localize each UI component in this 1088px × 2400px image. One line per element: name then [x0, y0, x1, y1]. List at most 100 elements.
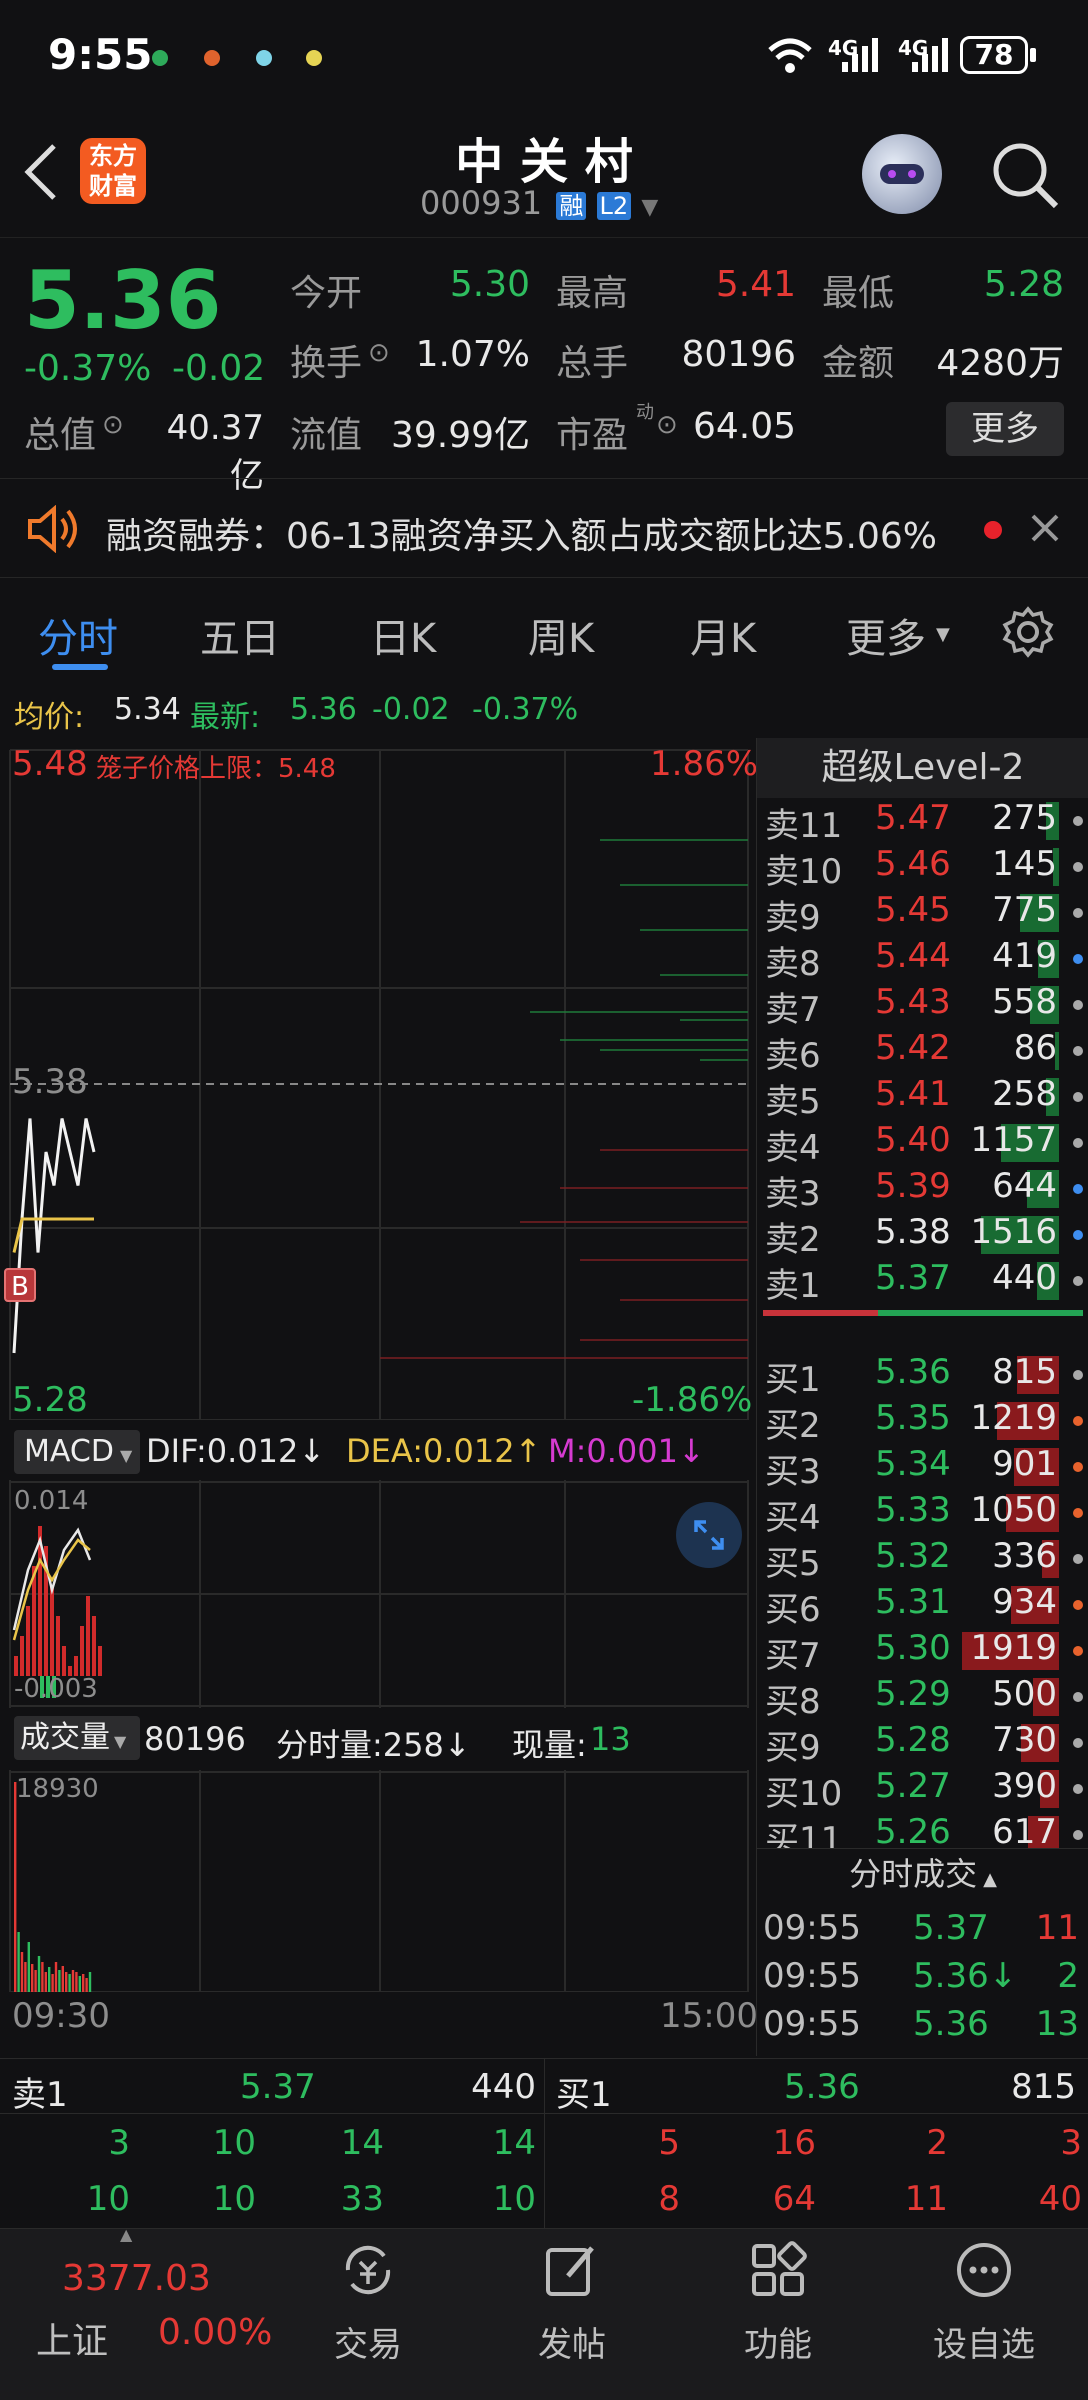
- notification-icon: [152, 50, 168, 66]
- queue-bid-order: 5: [658, 2123, 680, 2163]
- index-ticker[interactable]: 3377.03 上证 0.00%: [0, 2240, 280, 2390]
- low-value: 5.28: [983, 264, 1064, 305]
- notice-bar[interactable]: 融资融券：06-13融资净买入额占成交额比达5.06%: [0, 478, 1088, 578]
- tick-volume: 13: [1035, 2004, 1079, 2044]
- order-price: 5.44: [875, 936, 951, 976]
- margin-badge: 融: [556, 192, 587, 220]
- tab-weekly-k[interactable]: 周K: [528, 606, 594, 664]
- order-book-header[interactable]: 超级Level-2: [757, 738, 1088, 798]
- nav-functions-label: 功能: [744, 2325, 812, 2365]
- order-dot: [1073, 1830, 1083, 1840]
- macd-bar: [14, 1656, 18, 1676]
- last-value: 5.36: [290, 692, 357, 727]
- queue-bid-vol: 815: [1011, 2067, 1076, 2107]
- info-icon[interactable]: ⊙: [656, 410, 678, 440]
- volume-bar: [31, 1964, 34, 1992]
- order-price: 5.41: [875, 1074, 951, 1114]
- price-chart-svg: [9, 749, 749, 1420]
- volume-bar: [58, 1970, 61, 1992]
- more-button[interactable]: 更多: [946, 402, 1064, 456]
- tick-time: 09:55: [763, 1908, 861, 1948]
- signal-icon: [912, 38, 948, 72]
- tab-monthly-k[interactable]: 月K: [690, 606, 756, 664]
- order-volume: 775: [992, 890, 1057, 930]
- intraday-chart[interactable]: 5.48 笼子价格上限：5.48 1.86% 5.38 5.28 -1.86% …: [0, 740, 758, 1420]
- order-book[interactable]: 超级Level-2 卖11 5.47 275 卖10 5.46 145 卖9 5.45 775 卖…: [756, 738, 1088, 1848]
- time-start-label: 09:30: [12, 1996, 110, 2036]
- volume-selector[interactable]: 成交量 ▼: [14, 1716, 140, 1760]
- macd-bottom-label: -0.003: [14, 1674, 98, 1704]
- index-pct: 0.00%: [158, 2312, 273, 2353]
- order-dot: [1073, 1646, 1083, 1656]
- order-dot: [1073, 1738, 1083, 1748]
- buy-marker[interactable]: B: [4, 1268, 36, 1302]
- nav-trade[interactable]: 交易: [298, 2236, 438, 2386]
- macd-chart-svg: [9, 1480, 749, 1708]
- order-price: 5.32: [875, 1536, 951, 1576]
- info-icon[interactable]: ⊙: [368, 338, 390, 368]
- queue-bid-price: 5.36: [784, 2067, 860, 2107]
- open-value: 5.30: [449, 264, 530, 305]
- battery-icon: 78: [960, 36, 1028, 74]
- tab-more[interactable]: 更多: [846, 606, 926, 664]
- spread-divider: [763, 1310, 1083, 1316]
- tick-header[interactable]: 分时成交 ▲: [757, 1848, 1088, 1898]
- macd-bar: [74, 1656, 78, 1676]
- ask-row: 卖1 5.37 440: [763, 1258, 1088, 1306]
- chevron-up-icon: ▲: [983, 1869, 997, 1890]
- macd-selector[interactable]: MACD ▼: [14, 1430, 140, 1474]
- assistant-robot-icon[interactable]: [862, 134, 942, 214]
- edit-icon: [546, 2246, 594, 2296]
- volume-bar: [37, 1956, 41, 1992]
- nav-add-watchlist[interactable]: 设自选: [914, 2236, 1054, 2386]
- order-dot: [1073, 1600, 1083, 1610]
- info-icon[interactable]: ⊙: [102, 410, 124, 440]
- bid-row: 买10 5.27 390: [763, 1766, 1088, 1814]
- dropdown-icon[interactable]: ▼: [641, 195, 658, 220]
- order-price: 5.45: [875, 890, 951, 930]
- order-dot: [1073, 862, 1083, 872]
- bottom-price-label: 5.28: [12, 1380, 88, 1420]
- gear-icon[interactable]: [1002, 606, 1054, 658]
- queue-ask-order: 10: [212, 2179, 256, 2219]
- order-volume: 1516: [970, 1212, 1057, 1252]
- expand-icon[interactable]: [676, 1502, 742, 1568]
- tab-daily-k[interactable]: 日K: [370, 606, 436, 664]
- avg-label: 均价:: [14, 700, 85, 735]
- order-price: 5.36: [875, 1352, 951, 1392]
- ask-row: 卖8 5.44 419: [763, 936, 1088, 984]
- close-icon[interactable]: [1030, 513, 1060, 543]
- chart-tabs: 分时 五日 日K 周K 月K 更多 ▼: [0, 580, 1088, 680]
- macd-panel[interactable]: MACD ▼ DIF:0.012↓ DEA:0.012↑ M:0.001↓ 0.0…: [0, 1424, 756, 1708]
- bid-row: 买3 5.34 901: [763, 1444, 1088, 1492]
- amount-label: 金额: [822, 343, 895, 384]
- queue-ask-order: 14: [492, 2123, 536, 2163]
- search-icon[interactable]: [990, 140, 1060, 210]
- volume-panel[interactable]: 成交量 ▼ 80196 分时量:258↓ 现量: 13 18930 09:30 1…: [0, 1712, 758, 2038]
- bid-row: 买4 5.33 1050: [763, 1490, 1088, 1538]
- status-time: 9:55: [48, 30, 153, 79]
- tab-intraday[interactable]: 分时: [38, 606, 118, 664]
- speaker-icon: [28, 505, 77, 553]
- order-level-label: 买1: [765, 1360, 821, 1400]
- price-limit-label: 笼子价格上限：5.48: [96, 754, 336, 784]
- order-price: 5.42: [875, 1028, 951, 1068]
- order-book-title: 超级Level-2: [821, 747, 1025, 788]
- order-level-label: 卖10: [765, 852, 843, 892]
- nav-post[interactable]: 发帖: [502, 2236, 642, 2386]
- macd-dea: DEA:0.012↑: [346, 1432, 542, 1470]
- tab-five-day[interactable]: 五日: [200, 606, 280, 664]
- volume-bar: [34, 1970, 37, 1992]
- macd-label: MACD: [24, 1434, 114, 1469]
- order-level-label: 买3: [765, 1452, 821, 1492]
- volume-bar: [48, 1967, 51, 1992]
- order-volume: 1050: [970, 1490, 1057, 1530]
- time-end-label: 15:00: [660, 1996, 758, 2036]
- index-name: 上证: [36, 2321, 109, 2362]
- nav-functions[interactable]: 功能: [708, 2236, 848, 2386]
- volume-label: 成交量: [20, 1720, 110, 1755]
- tick-panel[interactable]: 分时成交 ▲ 09:55 5.37 11 09:55 5.36↓ 2 09:55 5.36 13: [756, 1848, 1088, 2056]
- market-cap-label: 总值: [24, 415, 97, 456]
- nav-trade-label: 交易: [334, 2325, 402, 2365]
- signal-icon: [842, 38, 878, 72]
